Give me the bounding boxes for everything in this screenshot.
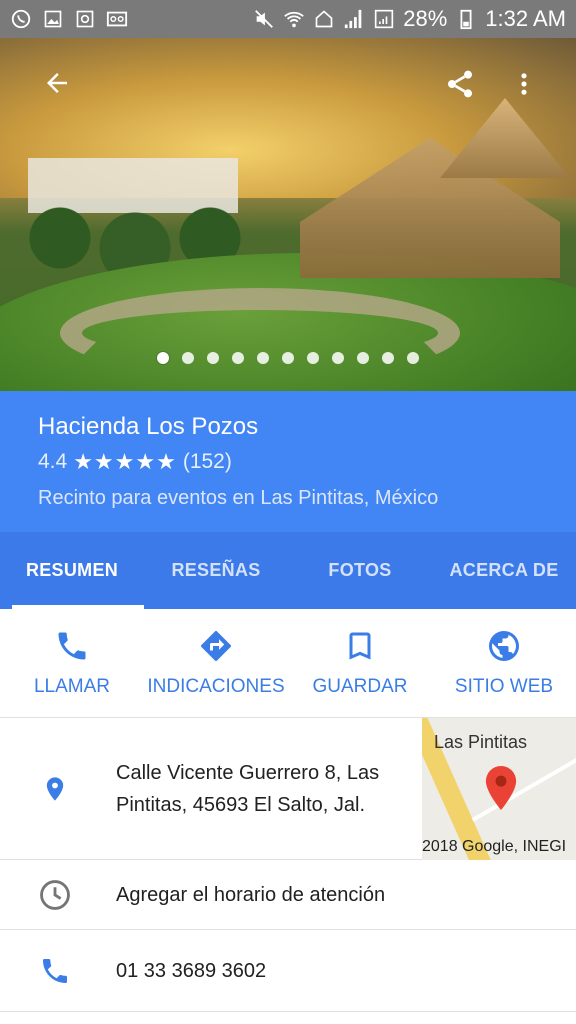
tab-fotos[interactable]: FOTOS	[288, 532, 432, 609]
signal-box-icon	[373, 8, 395, 30]
save-label: GUARDAR	[312, 676, 408, 697]
address-line-1: Calle Vicente Guerrero 8, Las	[116, 761, 380, 784]
call-button[interactable]: LLAMAR	[0, 609, 144, 717]
address-text: Calle Vicente Guerrero 8, Las Pintitas, …	[116, 757, 379, 821]
website-button[interactable]: SITIO WEB	[432, 609, 576, 717]
address-line-2: Pintitas, 45693 El Salto, Jal.	[116, 793, 366, 816]
battery-icon	[455, 8, 477, 30]
clock-icon	[0, 878, 116, 912]
pagination-dot	[232, 352, 244, 364]
pagination-dot	[182, 352, 194, 364]
home-icon	[313, 8, 335, 30]
hours-text: Agregar el horario de atención	[116, 883, 386, 906]
website-label: SITIO WEB	[454, 676, 554, 697]
phone-row[interactable]: 01 33 3689 3602	[0, 930, 576, 1012]
back-arrow-icon[interactable]	[42, 68, 72, 104]
tab-resumen[interactable]: RESUMEN	[0, 532, 144, 609]
map-copyright: 2018 Google, INEGI	[422, 838, 567, 855]
map-area-label: Las Pintitas	[434, 732, 528, 752]
location-pin-icon	[0, 772, 116, 806]
call-label: LLAMAR	[33, 676, 111, 697]
place-title: Hacienda Los Pozos	[38, 413, 259, 440]
tab-acerca-de[interactable]: ACERCA DE	[432, 532, 576, 609]
pagination-dot	[282, 352, 294, 364]
mini-map[interactable]: Las Pintitas 2018 Google, INEGI	[422, 718, 576, 860]
phone-number: 01 33 3689 3602	[116, 959, 267, 982]
place-header: Hacienda Los Pozos 4.4 ★★★★★ (152) Recin…	[0, 391, 576, 532]
place-photo-carousel[interactable]	[0, 38, 576, 391]
whatsapp-icon	[10, 8, 32, 30]
pagination-dot	[257, 352, 269, 364]
directions-icon	[201, 631, 231, 661]
pagination-dot	[307, 352, 319, 364]
rating-value: 4.4	[38, 450, 68, 473]
share-icon[interactable]	[444, 68, 476, 106]
tab-bar: RESUMEN RESEÑAS FOTOS ACERCA DE	[0, 532, 576, 609]
save-button[interactable]: GUARDAR	[288, 609, 432, 717]
map-marker-icon	[484, 766, 518, 815]
pagination-dot	[157, 352, 169, 364]
pagination-dot	[332, 352, 344, 364]
address-row[interactable]: Calle Vicente Guerrero 8, Las Pintitas, …	[0, 718, 576, 860]
review-count: (152)	[182, 450, 232, 473]
place-category: Recinto para eventos en Las Pintitas, Mé…	[38, 487, 439, 509]
voicemail-icon	[106, 8, 128, 30]
gallery-icon	[42, 8, 64, 30]
more-options-icon[interactable]	[510, 68, 538, 106]
wifi-icon	[283, 8, 305, 30]
battery-percent: 28%	[403, 6, 448, 31]
mute-icon	[253, 8, 275, 30]
phone-number-icon	[0, 955, 116, 987]
pagination-dot	[382, 352, 394, 364]
tab-resenas[interactable]: RESEÑAS	[144, 532, 288, 609]
rating-row[interactable]: 4.4 ★★★★★ (152)	[38, 449, 538, 475]
globe-icon	[489, 631, 519, 661]
pagination-dot	[407, 352, 419, 364]
photo-path	[60, 288, 460, 378]
pagination-dot	[357, 352, 369, 364]
bookmark-icon	[349, 632, 371, 660]
directions-label: INDICACIONES	[147, 676, 285, 697]
hours-row[interactable]: Agregar el horario de atención	[0, 860, 576, 930]
status-bar: 28% 1:32 AM	[0, 0, 576, 38]
photo-pagination	[0, 352, 576, 364]
clock: 1:32 AM	[485, 6, 566, 31]
action-bar: LLAMAR INDICACIONES GUARDAR SITIO WEB	[0, 609, 576, 718]
signal-icon	[343, 8, 365, 30]
rating-stars-icon: ★★★★★	[73, 449, 177, 474]
pagination-dot	[207, 352, 219, 364]
sync-icon	[74, 8, 96, 30]
directions-button[interactable]: INDICACIONES	[144, 609, 288, 717]
phone-icon	[58, 632, 86, 660]
